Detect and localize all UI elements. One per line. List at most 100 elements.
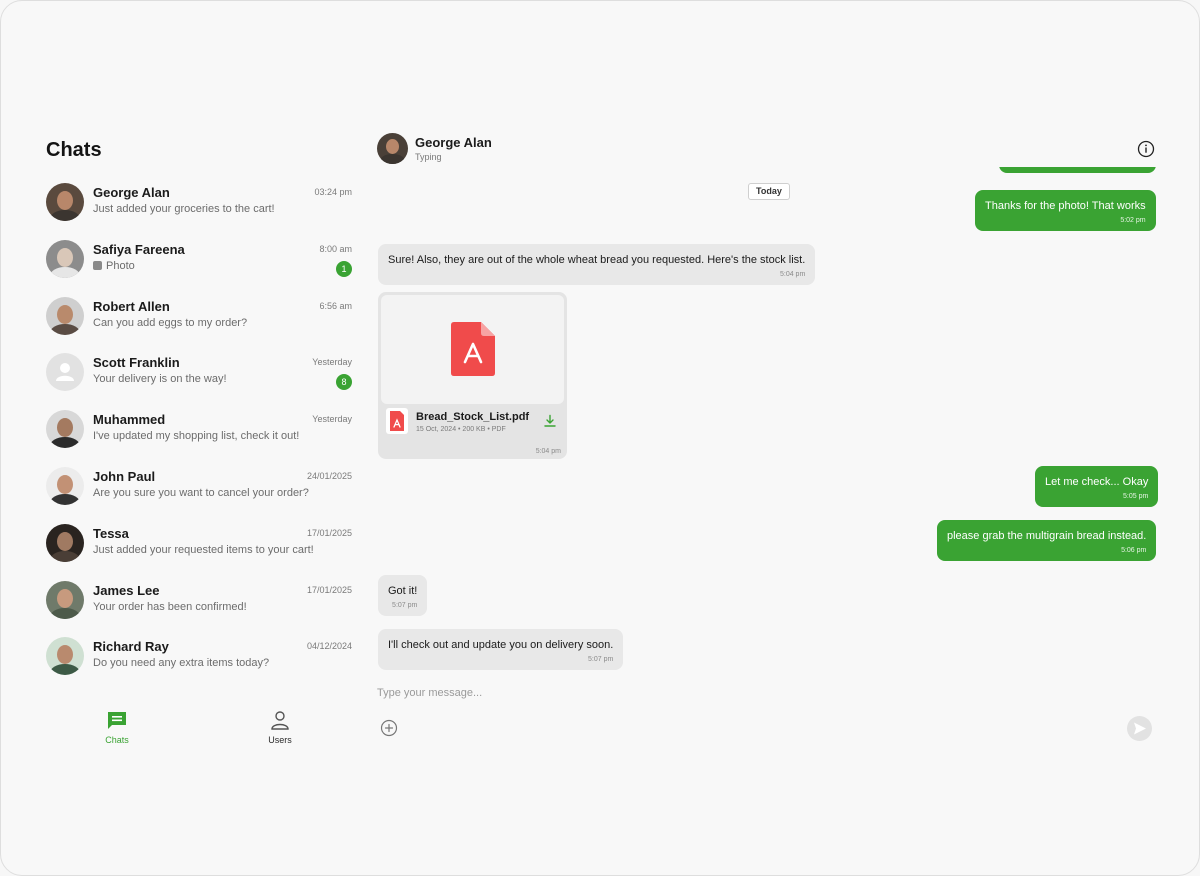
chat-preview: Are you sure you want to cancel your ord… [93,487,309,499]
message-text: Let me check... Okay [1045,476,1149,488]
chat-pane: George Alan Typing Today Thanks for the … [365,127,1167,755]
user-placeholder-icon [56,363,74,382]
chat-name: Richard Ray [93,639,169,655]
message-input[interactable] [377,683,1077,703]
chat-preview-text: Just added your groceries to the cart! [93,203,275,215]
nav-tab-chats[interactable]: Chats [77,709,157,745]
message-bubble-incoming[interactable]: I'll check out and update you on deliver… [378,629,624,670]
chat-preview: I've updated my shopping list, check it … [93,430,299,442]
message-bubble-outgoing[interactable]: please grab the multigrain bread instead… [937,520,1157,561]
chat-item-richard-ray[interactable]: Richard Ray 04/12/2024 Do you need any e… [35,629,365,686]
contact-status: Typing [415,152,442,162]
chat-name: Robert Allen [93,298,170,314]
contact-avatar[interactable] [377,133,408,164]
message-bubble-incoming[interactable]: Sure! Also, they are out of the whole wh… [378,244,816,285]
pdf-icon [386,408,408,434]
message-time: 5:05 pm [1123,493,1149,500]
avatar [46,580,84,619]
chat-preview-text: Just added your requested items to your … [93,543,314,556]
message-bubble-incoming[interactable]: Got it! 5:07 pm [378,575,428,616]
download-icon[interactable] [543,414,557,428]
chat-name: Scott Franklin [93,355,180,371]
avatar [46,523,84,562]
message-time: 5:07 pm [588,656,614,663]
chat-item-john-paul[interactable]: John Paul 24/01/2025 Are you sure you wa… [35,459,365,516]
chat-sidebar: Chats George Alan 03:24 pm Just added yo… [35,127,365,755]
message-bubble-outgoing[interactable]: Thanks for the photo! That works 5:02 pm [975,190,1156,231]
message-time: 5:04 pm [779,271,806,278]
app-window: Chats George Alan 03:24 pm Just added yo… [0,0,1200,876]
file-meta: 15 Oct, 2024 • 200 KB • PDF [416,426,506,433]
chat-name: George Alan [93,185,170,200]
chat-item-scott-franklin[interactable]: Scott Franklin Yesterday Your delivery i… [35,345,365,402]
message-time: 5:07 pm [392,602,418,609]
chat-preview: Just added your groceries to the cart! [93,203,275,215]
chat-name: Safiya Fareena [93,241,185,257]
message-text: I'll check out and update you on deliver… [388,639,614,651]
message-text: Got it! [388,585,418,597]
chat-time: 8:00 am [319,243,352,254]
file-name: Bread_Stock_List.pdf [416,411,530,423]
chat-preview-text: Can you add eggs to my order? [93,316,248,329]
message-text: Sure! Also, they are out of the whole wh… [388,254,806,266]
chat-name: Tessa [93,525,129,541]
message-bubble-outgoing[interactable]: Let me check... Okay 5:05 pm [1035,466,1159,507]
chat-item-robert-allen[interactable]: Robert Allen 6:56 am Can you add eggs to… [35,289,365,346]
chat-time: 17/01/2025 [306,584,352,595]
chat-preview-text: Do you need any extra items today? [93,657,270,670]
avatar [46,296,84,335]
avatar [46,637,84,676]
avatar [46,466,84,505]
chat-item-james-lee[interactable]: James Lee 17/01/2025 Your order has been… [35,573,365,630]
message-time: 5:06 pm [1121,547,1147,554]
file-attachment-card[interactable]: Bread_Stock_List.pdf 15 Oct, 2024 • 200 … [378,292,567,459]
avatar [46,239,84,278]
sidebar-title: Chats [46,139,102,161]
avatar [46,183,84,221]
chat-preview: Your order has been confirmed! [93,601,247,613]
message-list: Today Thanks for the photo! That works 5… [365,167,1167,675]
chat-item-muhammed[interactable]: Muhammed Yesterday I've updated my shopp… [35,402,365,459]
chat-item-george-alan[interactable]: George Alan 03:24 pm Just added your gro… [35,175,365,232]
chat-time: 17/01/2025 [306,527,352,538]
contact-name: George Alan [415,135,492,150]
date-divider: Today [748,183,790,200]
bottom-nav: Chats Users [35,701,365,755]
unread-badge: 8 [336,374,352,391]
avatar [46,410,84,449]
chat-preview: Photo [93,260,135,272]
user-icon [271,711,289,730]
chat-time: 24/01/2025 [306,470,352,481]
image-icon [93,261,102,271]
chat-preview: Do you need any extra items today? [93,657,269,669]
nav-tab-users[interactable]: Users [240,709,320,745]
message-text: please grab the multigrain bread instead… [947,530,1147,542]
send-button[interactable] [1127,716,1152,741]
file-preview [381,295,564,404]
message-time: 5:04 pm [535,448,561,455]
chat-preview-text: Your delivery is on the way! [93,373,227,386]
nav-label: Chats [105,735,129,745]
chat-list: George Alan 03:24 pm Just added your gro… [35,175,365,701]
chat-time: Yesterday [312,357,352,368]
chat-time: Yesterday [312,414,352,425]
chat-preview-text: Your order has been confirmed! [93,600,247,613]
chat-preview-text: Are you sure you want to cancel your ord… [93,486,309,499]
chat-time: 04/12/2024 [306,641,352,652]
chat-name: John Paul [93,468,156,484]
chat-item-safiya-fareena[interactable]: Safiya Fareena 8:00 am Photo 1 [35,232,365,289]
info-icon[interactable] [1137,140,1155,158]
message-composer [365,675,1167,755]
message-time: 5:02 pm [1120,217,1146,224]
message-text: Thanks for the photo! That works [985,200,1146,212]
avatar [46,353,84,392]
chat-bubble-icon [108,712,126,729]
plus-circle-icon[interactable] [380,719,398,737]
file-info-row: Bread_Stock_List.pdf 15 Oct, 2024 • 200 … [381,405,564,437]
chat-preview: Can you add eggs to my order? [93,317,247,329]
chat-preview-text: Photo [106,259,135,272]
chat-preview: Your delivery is on the way! [93,373,227,385]
chat-time: 6:56 am [319,300,352,311]
send-icon [1134,722,1146,735]
chat-item-tessa[interactable]: Tessa 17/01/2025 Just added your request… [35,516,365,573]
